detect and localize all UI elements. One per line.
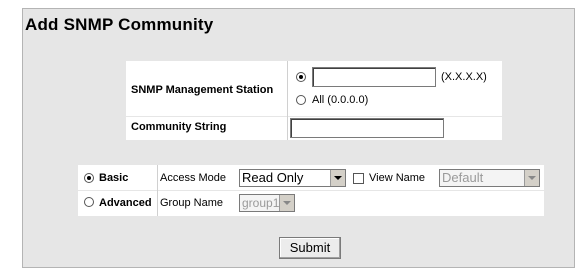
group-name-label: Group Name [160, 197, 223, 209]
advanced-label: Advanced [99, 197, 152, 209]
group-name-select[interactable]: group1 [239, 194, 295, 212]
chevron-down-icon [524, 170, 539, 186]
page-title: Add SNMP Community [25, 15, 214, 34]
view-name-checkbox[interactable] [353, 173, 364, 184]
table-column-divider [287, 61, 288, 140]
view-name-select[interactable]: Default [439, 169, 540, 187]
station-ip-radio[interactable] [296, 72, 306, 82]
basic-radio[interactable] [84, 173, 94, 183]
ip-format-hint: (X.X.X.X) [441, 71, 487, 83]
view-name-value: Default [442, 170, 484, 185]
station-ip-input[interactable] [312, 67, 436, 87]
basic-label: Basic [99, 172, 129, 184]
station-all-label: All (0.0.0.0) [312, 94, 369, 106]
access-mode-value: Read Only [242, 170, 304, 185]
advanced-radio[interactable] [84, 197, 94, 207]
chevron-down-icon [279, 195, 294, 211]
community-string-label: Community String [131, 121, 227, 133]
mode-column-divider [157, 165, 158, 216]
submit-button[interactable]: Submit [279, 237, 341, 259]
chevron-down-icon [330, 170, 345, 186]
station-label: SNMP Management Station [131, 84, 274, 96]
group-name-value: group1 [242, 196, 280, 210]
mode-divider [78, 190, 544, 191]
community-string-input[interactable] [290, 118, 444, 138]
access-mode-select[interactable]: Read Only [239, 169, 346, 187]
station-all-radio[interactable] [296, 95, 306, 105]
access-mode-label: Access Mode [160, 172, 227, 184]
view-name-label: View Name [369, 172, 426, 184]
